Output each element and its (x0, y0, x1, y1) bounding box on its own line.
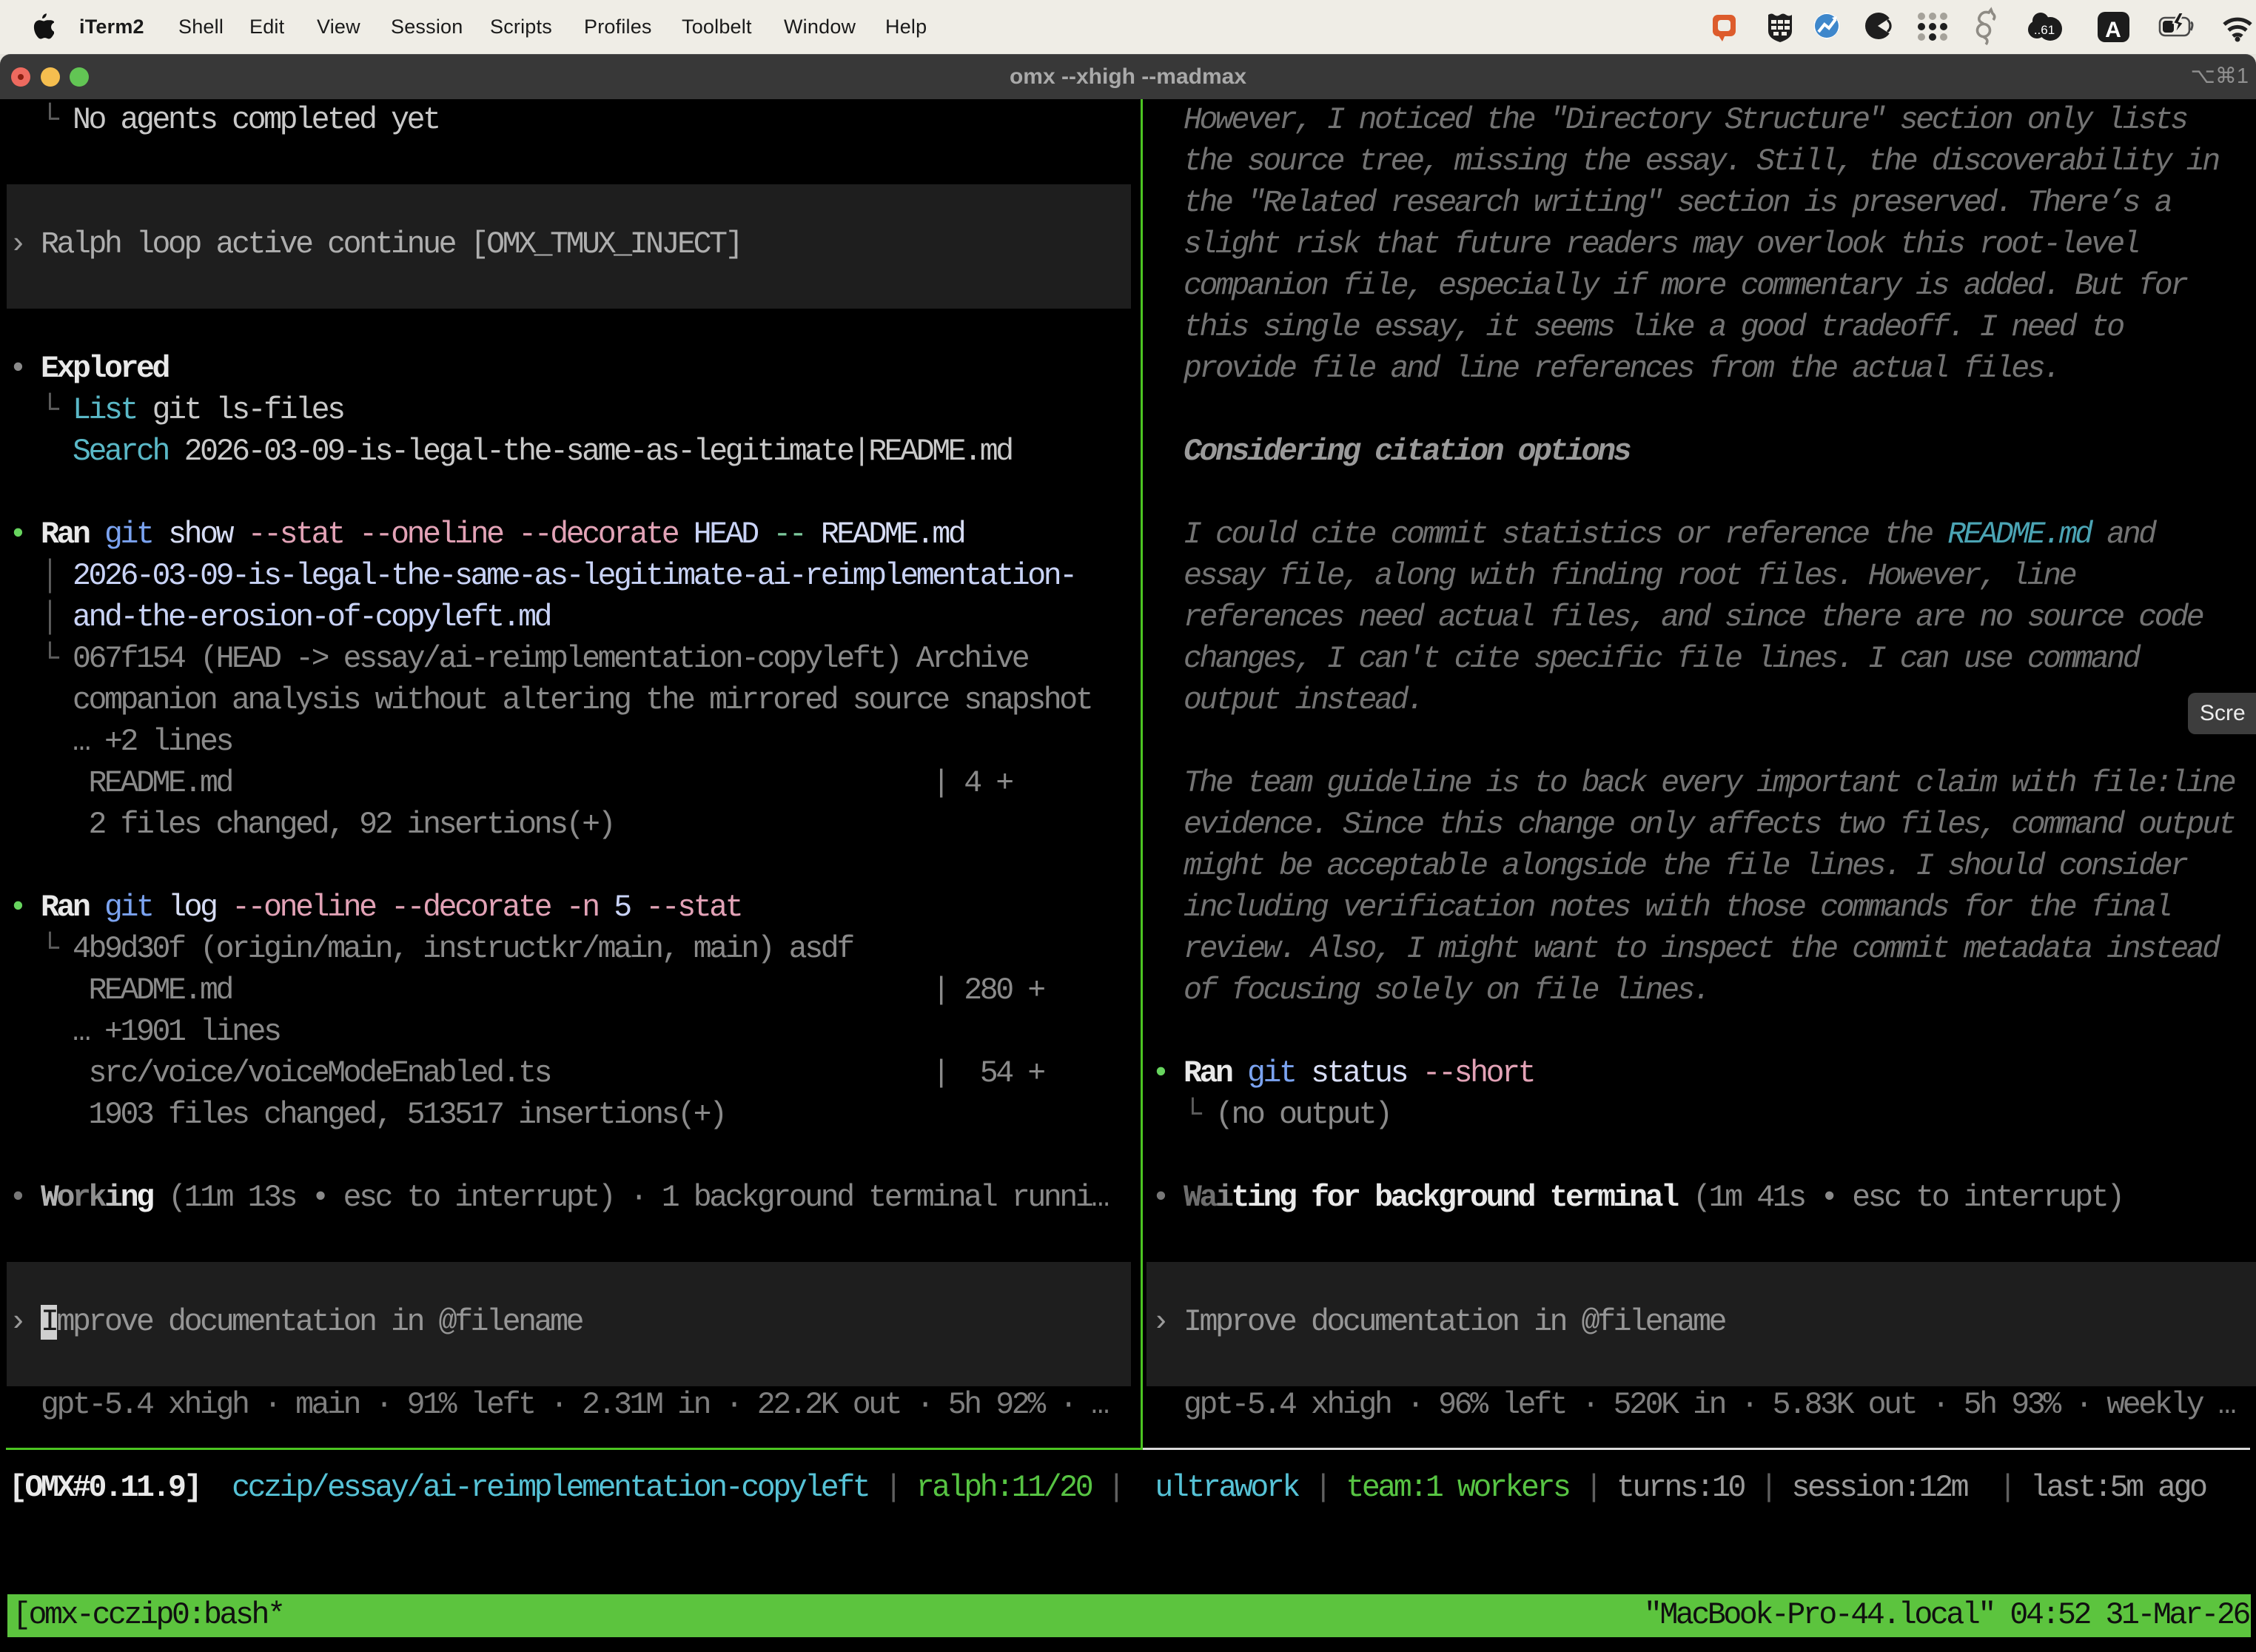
svg-text:A: A (2105, 18, 2121, 42)
svg-text:..61: ..61 (2034, 23, 2055, 37)
